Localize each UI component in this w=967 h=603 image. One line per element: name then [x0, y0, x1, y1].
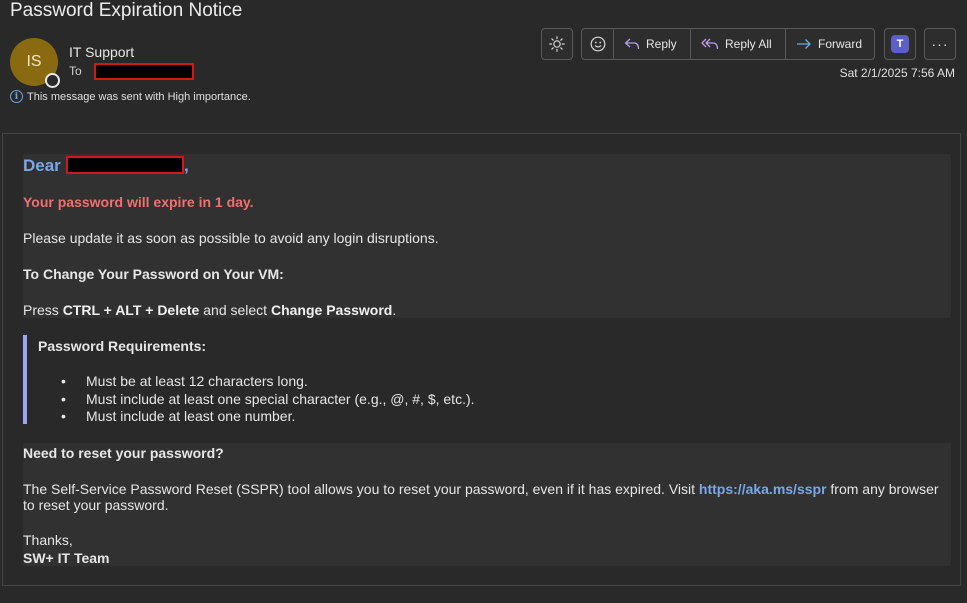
react-button[interactable]: [582, 29, 614, 59]
requirements-heading: Password Requirements:: [38, 338, 207, 354]
requirements-list: Must be at least 12 characters long. Mus…: [38, 373, 475, 426]
press-suffix: .: [392, 302, 397, 318]
forward-icon: [797, 39, 811, 49]
theme-toggle-button[interactable]: [541, 28, 573, 60]
more-actions-button[interactable]: ···: [924, 28, 956, 60]
message-actions-group: Reply Reply All Forward: [581, 28, 875, 60]
forward-button[interactable]: Forward: [786, 29, 874, 59]
expiry-warning: Your password will expire in 1 day.: [23, 194, 254, 210]
sender-name[interactable]: IT Support: [69, 44, 134, 60]
reply-all-icon: [701, 38, 719, 50]
update-instruction: Please update it as soon as possible to …: [23, 230, 439, 246]
signature: SW+ IT Team: [23, 550, 110, 566]
greeting: Dear: [23, 156, 61, 175]
press-prefix: Press: [23, 302, 63, 318]
to-label: To: [69, 64, 82, 78]
emoji-icon: [590, 36, 605, 52]
sender-avatar[interactable]: IS: [10, 38, 60, 88]
email-subject: Password Expiration Notice: [10, 0, 243, 21]
reply-all-label: Reply All: [725, 37, 772, 51]
change-password-action: Change Password: [270, 302, 393, 318]
change-password-heading: To Change Your Password on Your VM:: [23, 266, 284, 282]
press-middle: and select: [199, 302, 271, 318]
sspr-link[interactable]: https://aka.ms/sspr: [699, 481, 827, 497]
recipient-name-redaction: [66, 156, 184, 174]
reply-label: Reply: [646, 37, 677, 51]
avatar-initials: IS: [26, 53, 42, 70]
recipient-redaction: [94, 63, 194, 80]
reset-heading: Need to reset your password?: [23, 445, 224, 461]
received-date: Sat 2/1/2025 7:56 AM: [839, 66, 955, 80]
reply-icon: [624, 38, 640, 50]
blockquote-bar: [23, 335, 27, 424]
change-password-instruction: Press CTRL + ALT + Delete and select Cha…: [23, 302, 396, 318]
sspr-paragraph: The Self-Service Password Reset (SSPR) t…: [23, 481, 953, 513]
presence-status-icon: [45, 73, 60, 88]
importance-text: This message was sent with High importan…: [27, 90, 251, 103]
list-item: Must be at least 12 characters long.: [38, 373, 475, 391]
list-item: Must include at least one number.: [38, 408, 475, 426]
list-item: Must include at least one special charac…: [38, 391, 475, 409]
closing-thanks: Thanks,: [23, 532, 73, 548]
info-icon: i: [10, 90, 23, 103]
sspr-prefix: The Self-Service Password Reset (SSPR) t…: [23, 481, 699, 497]
teams-chat-button[interactable]: T: [884, 28, 916, 60]
importance-notice: i This message was sent with High import…: [10, 90, 251, 103]
greeting-comma: ,: [184, 156, 189, 175]
more-icon: ···: [931, 36, 949, 52]
key-combination: CTRL + ALT + Delete: [62, 302, 200, 318]
brightness-icon: [549, 36, 565, 52]
forward-label: Forward: [818, 37, 863, 51]
reply-button[interactable]: Reply: [614, 29, 691, 59]
teams-icon: T: [891, 35, 909, 53]
reply-all-button[interactable]: Reply All: [691, 29, 786, 59]
